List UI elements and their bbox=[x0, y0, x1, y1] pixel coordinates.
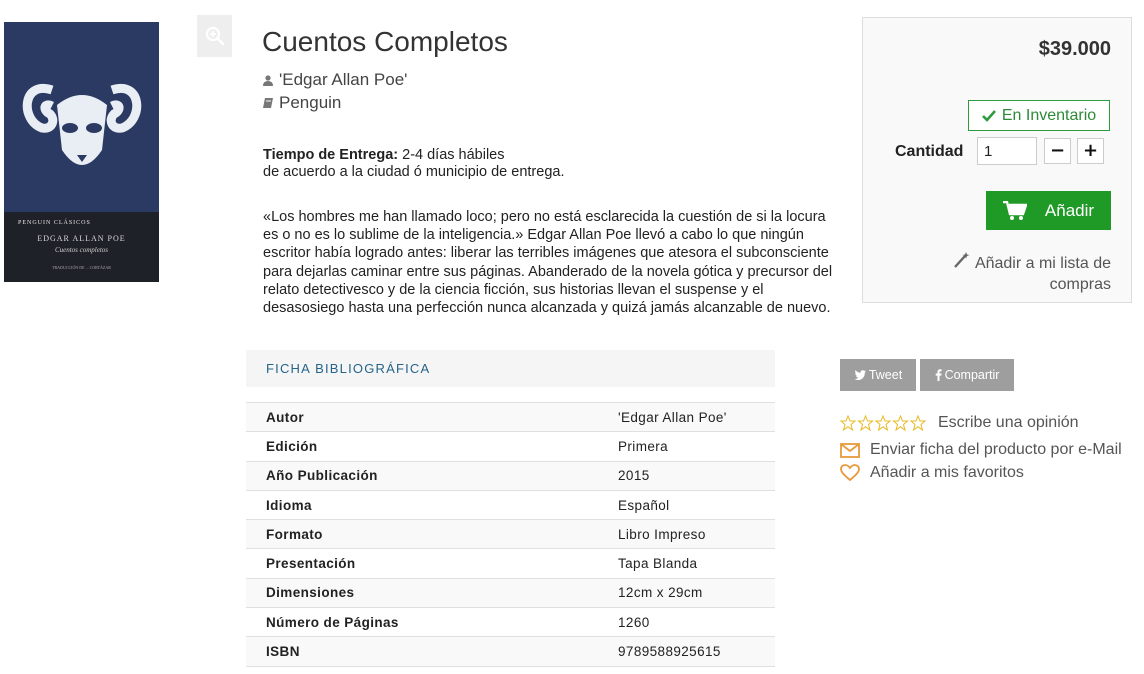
ficha-table: Autor 'Edgar Allan Poe' Edición Primera Añ… bbox=[246, 402, 775, 667]
spec-value: Español bbox=[618, 497, 670, 513]
table-row: Dimensiones 12cm x 29cm bbox=[246, 578, 775, 608]
spec-key: Número de Páginas bbox=[266, 614, 399, 630]
heart-icon bbox=[840, 464, 860, 482]
price: $39.000 bbox=[1038, 38, 1111, 60]
favorites-label: Añadir a mis favoritos bbox=[870, 464, 1024, 481]
quantity-label: Cantidad bbox=[895, 143, 964, 160]
cover-credit: TRADUCCIÓN DE ... CORTÁZAR bbox=[52, 265, 111, 270]
spec-value: 2015 bbox=[618, 468, 650, 484]
wishlist-label: Añadir a mi lista de compras bbox=[974, 255, 1111, 293]
delivery-value: 2-4 días hábiles bbox=[402, 147, 505, 163]
table-row: Idioma Español bbox=[246, 490, 775, 519]
spec-key: Autor bbox=[266, 409, 304, 425]
spec-value: 1260 bbox=[618, 614, 650, 630]
spec-value: 9789588925615 bbox=[618, 644, 721, 660]
facebook-icon bbox=[935, 369, 942, 381]
spec-key: Formato bbox=[266, 526, 323, 542]
write-review-link[interactable]: Escribe una opinión bbox=[840, 414, 1079, 432]
user-icon bbox=[262, 74, 274, 86]
spec-key: Presentación bbox=[266, 556, 356, 572]
table-row: Autor 'Edgar Allan Poe' bbox=[246, 402, 775, 432]
add-to-wishlist-link[interactable]: Añadir a mi lista de compras bbox=[921, 252, 1111, 295]
tweet-label: Tweet bbox=[868, 368, 903, 382]
email-label: Enviar ficha del producto por e-Mail bbox=[870, 441, 1122, 458]
spec-value: 'Edgar Allan Poe' bbox=[618, 409, 727, 425]
review-label: Escribe una opinión bbox=[938, 414, 1079, 431]
author-link[interactable]: 'Edgar Allan Poe' bbox=[279, 70, 407, 90]
ficha-header: FICHA BIBLIOGRÁFICA bbox=[246, 350, 775, 387]
share-label: Compartir bbox=[944, 368, 1000, 382]
book-cover-image[interactable]: PENGUIN CLÁSICOS EDGAR ALLAN POE Cuentos… bbox=[4, 22, 159, 282]
share-button[interactable]: Compartir bbox=[920, 359, 1014, 391]
spec-key: ISBN bbox=[266, 644, 300, 660]
check-icon bbox=[981, 109, 996, 122]
spec-key: Idioma bbox=[266, 497, 312, 513]
spec-key: Año Publicación bbox=[266, 468, 378, 484]
add-to-cart-label: Añadir bbox=[1044, 200, 1095, 220]
delivery-note: de acuerdo a la ciudad ó municipio de en… bbox=[263, 164, 565, 180]
spec-key: Dimensiones bbox=[266, 585, 355, 601]
star-rating-icon bbox=[840, 415, 928, 431]
table-row: Presentación Tapa Blanda bbox=[246, 548, 775, 578]
table-row: Edición Primera bbox=[246, 431, 775, 461]
spec-key: Edición bbox=[266, 438, 318, 454]
table-row: ISBN 9789588925615 bbox=[246, 636, 775, 667]
product-description: «Los hombres me han llamado loco; pero n… bbox=[263, 209, 833, 317]
stock-label: En Inventario bbox=[1001, 106, 1097, 124]
quantity-increase-button[interactable]: + bbox=[1077, 138, 1104, 164]
product-title: Cuentos Completos bbox=[262, 26, 508, 57]
author-line: 'Edgar Allan Poe' bbox=[262, 70, 407, 90]
table-row: Número de Páginas 1260 bbox=[246, 607, 775, 637]
magic-wand-icon bbox=[953, 252, 975, 272]
cover-publisher: PENGUIN CLÁSICOS bbox=[18, 220, 91, 226]
envelope-icon bbox=[840, 442, 860, 458]
publisher-link[interactable]: Penguin bbox=[279, 93, 341, 113]
spec-value: Primera bbox=[618, 438, 669, 454]
book-icon bbox=[262, 97, 274, 109]
spec-value: Tapa Blanda bbox=[618, 556, 698, 572]
spec-value: 12cm x 29cm bbox=[618, 585, 703, 601]
stock-badge: En Inventario bbox=[968, 100, 1110, 131]
zoom-in-icon bbox=[205, 26, 224, 46]
twitter-icon bbox=[854, 370, 866, 380]
zoom-button[interactable] bbox=[197, 15, 232, 57]
add-to-cart-button[interactable]: Añadir bbox=[986, 191, 1111, 230]
email-product-link[interactable]: Enviar ficha del producto por e-Mail bbox=[840, 441, 1122, 459]
ram-skull-illustration bbox=[22, 83, 142, 165]
add-favorites-link[interactable]: Añadir a mis favoritos bbox=[840, 464, 1024, 482]
quantity-decrease-button[interactable]: − bbox=[1044, 138, 1071, 164]
publisher-line: Penguin bbox=[262, 93, 341, 113]
buy-box: $39.000 En Inventario Cantidad − + Añadi… bbox=[862, 17, 1132, 303]
ficha-header-label: FICHA BIBLIOGRÁFICA bbox=[266, 361, 431, 376]
table-row: Año Publicación 2015 bbox=[246, 461, 775, 491]
delivery-info: Tiempo de Entrega: 2-4 días hábiles de a… bbox=[263, 147, 564, 181]
cart-icon bbox=[1002, 200, 1027, 221]
cover-author: EDGAR ALLAN POE bbox=[37, 234, 126, 243]
tweet-button[interactable]: Tweet bbox=[840, 359, 916, 391]
spec-value: Libro Impreso bbox=[618, 526, 706, 542]
cover-title: Cuentos completos bbox=[54, 246, 109, 254]
quantity-input[interactable] bbox=[977, 137, 1037, 165]
delivery-label: Tiempo de Entrega: bbox=[263, 147, 399, 163]
table-row: Formato Libro Impreso bbox=[246, 519, 775, 549]
